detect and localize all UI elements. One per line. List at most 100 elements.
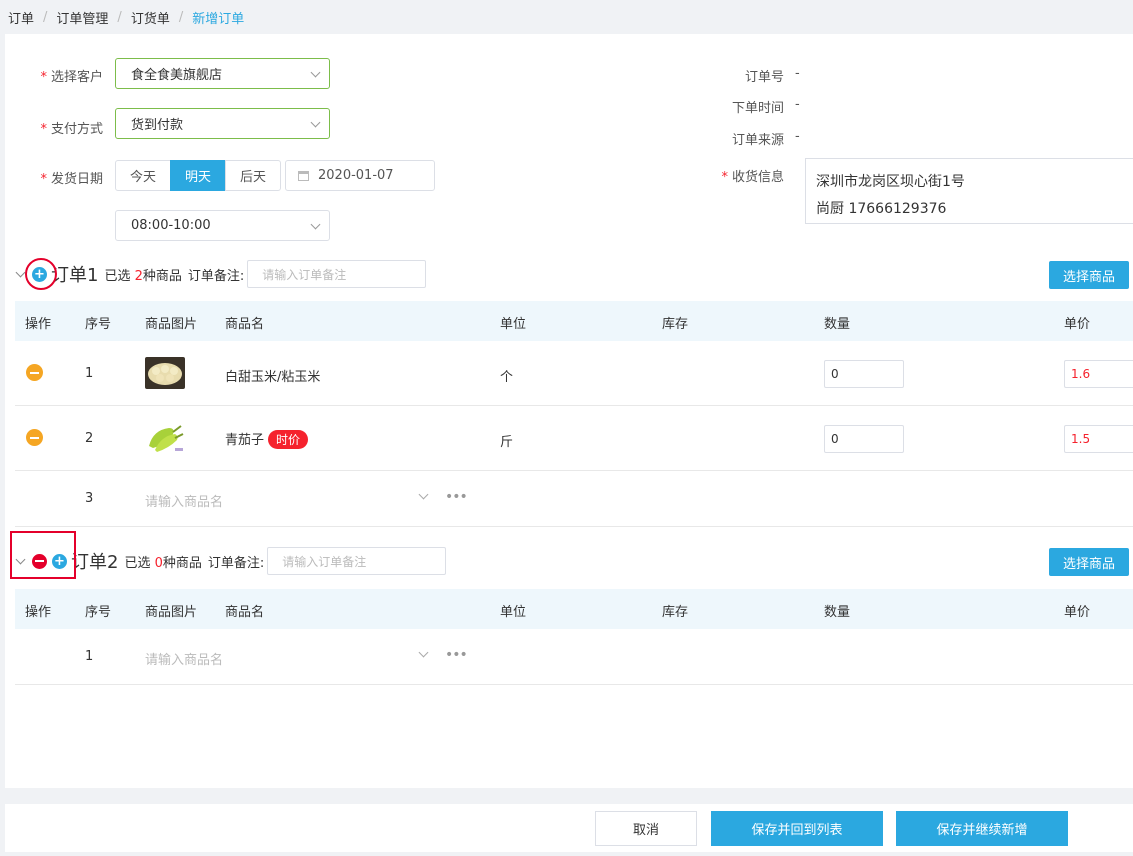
order-no-value: -: [795, 66, 800, 81]
order2-remark-label: 订单备注:: [207, 555, 265, 571]
col-unit: 单位: [500, 317, 527, 332]
order-no-label: 订单号: [744, 70, 784, 85]
order1-pick-goods-button[interactable]: 选择商品: [1049, 261, 1129, 289]
payment-label: * 支付方式: [40, 122, 103, 137]
chevron-down-icon: [310, 219, 321, 230]
table-row-new: 1 请输入商品名 •••: [15, 629, 1133, 685]
table-row-new: 3 请输入商品名 •••: [15, 471, 1133, 527]
order2-selected-count: 已选 0种商品: [124, 555, 202, 571]
annotation-circle: [25, 258, 57, 290]
more-icon[interactable]: •••: [445, 647, 468, 663]
product-name-input[interactable]: 请输入商品名: [145, 491, 223, 510]
save-and-return-button[interactable]: 保存并回到列表: [711, 811, 883, 846]
col-index: 序号: [85, 605, 112, 620]
col-image: 商品图片: [145, 317, 198, 332]
date-day-after-button[interactable]: 后天: [225, 160, 281, 191]
col-stock: 库存: [662, 317, 689, 332]
order2-pick-goods-button[interactable]: 选择商品: [1049, 548, 1129, 576]
more-icon[interactable]: •••: [445, 489, 468, 505]
time-slot-value: 08:00-10:00: [131, 218, 211, 233]
col-unit: 单位: [500, 605, 527, 620]
order-time-value: -: [795, 97, 800, 112]
order2-table-header: 操作 序号 商品图片 商品名 单位 库存 数量 单价: [15, 589, 1133, 629]
annotation-box: [10, 531, 76, 579]
date-picker-value: 2020-01-07: [318, 168, 394, 183]
chevron-down-icon: [310, 117, 321, 128]
breadcrumb-order-management[interactable]: 订单管理: [56, 8, 108, 27]
breadcrumb-purchase-orders[interactable]: 订货单: [131, 8, 170, 27]
price-input[interactable]: 1.6: [1064, 360, 1133, 388]
col-name: 商品名: [225, 317, 265, 332]
breadcrumb: 订单 / 订单管理 / 订货单 / 新增订单: [8, 8, 245, 27]
price-input[interactable]: 1.5: [1064, 425, 1133, 453]
order2-header: + 订单2 已选 0种商品 订单备注: 请输入订单备注: [15, 546, 447, 576]
col-index: 序号: [85, 317, 112, 332]
product-name-input[interactable]: 请输入商品名: [145, 649, 223, 668]
order1-remark-label: 订单备注:: [187, 268, 245, 284]
customer-select[interactable]: 食全食美旗舰店: [115, 58, 330, 89]
col-quantity: 数量: [824, 317, 851, 332]
receive-address: 深圳市龙岗区坝心街1号: [816, 174, 965, 190]
date-tomorrow-button[interactable]: 明天: [170, 160, 226, 191]
customer-select-value: 食全食美旗舰店: [131, 68, 223, 83]
col-stock: 库存: [662, 605, 689, 620]
order1-table-header: 操作 序号 商品图片 商品名 单位 库存 数量 单价: [15, 301, 1133, 341]
breadcrumb-separator: /: [43, 9, 48, 25]
order-form-panel: * 选择客户 食全食美旗舰店 * 支付方式 货到付款 * 发货日期 今天 明天 后天 …: [5, 34, 1133, 788]
order1-header: + 订单1 已选 2种商品 订单备注: 请输入订单备注: [15, 259, 427, 289]
customer-label: * 选择客户: [40, 70, 103, 85]
remove-item-icon[interactable]: [26, 429, 43, 446]
order1-remark-input[interactable]: 请输入订单备注: [247, 260, 427, 288]
receive-contact: 尚厨 17666129376: [816, 201, 947, 217]
date-picker-input[interactable]: 2020-01-07: [285, 160, 435, 191]
product-image-eggplant: [145, 422, 185, 454]
receive-info-label: * 收货信息: [721, 170, 784, 185]
breadcrumb-new-order: 新增订单: [192, 11, 245, 27]
breadcrumb-separator: /: [117, 9, 122, 25]
chevron-down-icon[interactable]: [418, 489, 429, 500]
row-index: 3: [85, 491, 94, 506]
save-and-continue-button[interactable]: 保存并继续新增: [896, 811, 1068, 846]
breadcrumb-separator: /: [178, 9, 184, 25]
receive-info-box[interactable]: 深圳市龙岗区坝心街1号 尚厨 17666129376: [805, 158, 1133, 224]
product-unit: 斤: [500, 435, 514, 450]
table-row: 1 白甜玉米/粘玉米 个 0 1.6: [15, 341, 1133, 406]
payment-select-value: 货到付款: [131, 118, 184, 133]
order2-title: 订单2: [71, 552, 119, 573]
remove-item-icon[interactable]: [26, 364, 43, 381]
order1-selected-count: 已选 2种商品: [104, 268, 182, 284]
time-slot-select[interactable]: 08:00-10:00: [115, 210, 330, 241]
row-index: 1: [85, 649, 94, 664]
footer-action-bar: 取消 保存并回到列表 保存并继续新增: [5, 804, 1133, 852]
col-operation: 操作: [25, 605, 52, 620]
row-index: 1: [85, 366, 94, 381]
date-today-button[interactable]: 今天: [115, 160, 171, 191]
product-unit: 个: [500, 370, 514, 385]
cancel-button[interactable]: 取消: [595, 811, 697, 846]
col-price: 单价: [1064, 317, 1091, 332]
row-index: 2: [85, 431, 94, 446]
col-quantity: 数量: [824, 605, 851, 620]
breadcrumb-orders[interactable]: 订单: [8, 8, 34, 27]
payment-select[interactable]: 货到付款: [115, 108, 330, 139]
col-name: 商品名: [225, 605, 265, 620]
product-name: 青茄子 时价: [225, 429, 309, 449]
ship-date-label: * 发货日期: [40, 172, 103, 187]
collapse-chevron-icon[interactable]: [15, 267, 26, 277]
col-price: 单价: [1064, 605, 1091, 620]
order1-title: 订单1: [51, 265, 99, 286]
col-image: 商品图片: [145, 605, 198, 620]
chevron-down-icon: [310, 67, 321, 78]
order-time-label: 下单时间: [731, 101, 784, 116]
product-image-corn: [145, 357, 185, 389]
market-price-tag: 时价: [268, 430, 309, 449]
quantity-input[interactable]: 0: [824, 360, 904, 388]
quantity-input[interactable]: 0: [824, 425, 904, 453]
table-row: 2 青茄子 时价 斤 0 1.5: [15, 406, 1133, 471]
order2-remark-input[interactable]: 请输入订单备注: [267, 547, 447, 575]
col-operation: 操作: [25, 317, 52, 332]
order-source-value: -: [795, 129, 800, 144]
chevron-down-icon[interactable]: [418, 647, 429, 658]
calendar-icon: [298, 170, 309, 181]
product-name: 白甜玉米/粘玉米: [225, 370, 321, 385]
